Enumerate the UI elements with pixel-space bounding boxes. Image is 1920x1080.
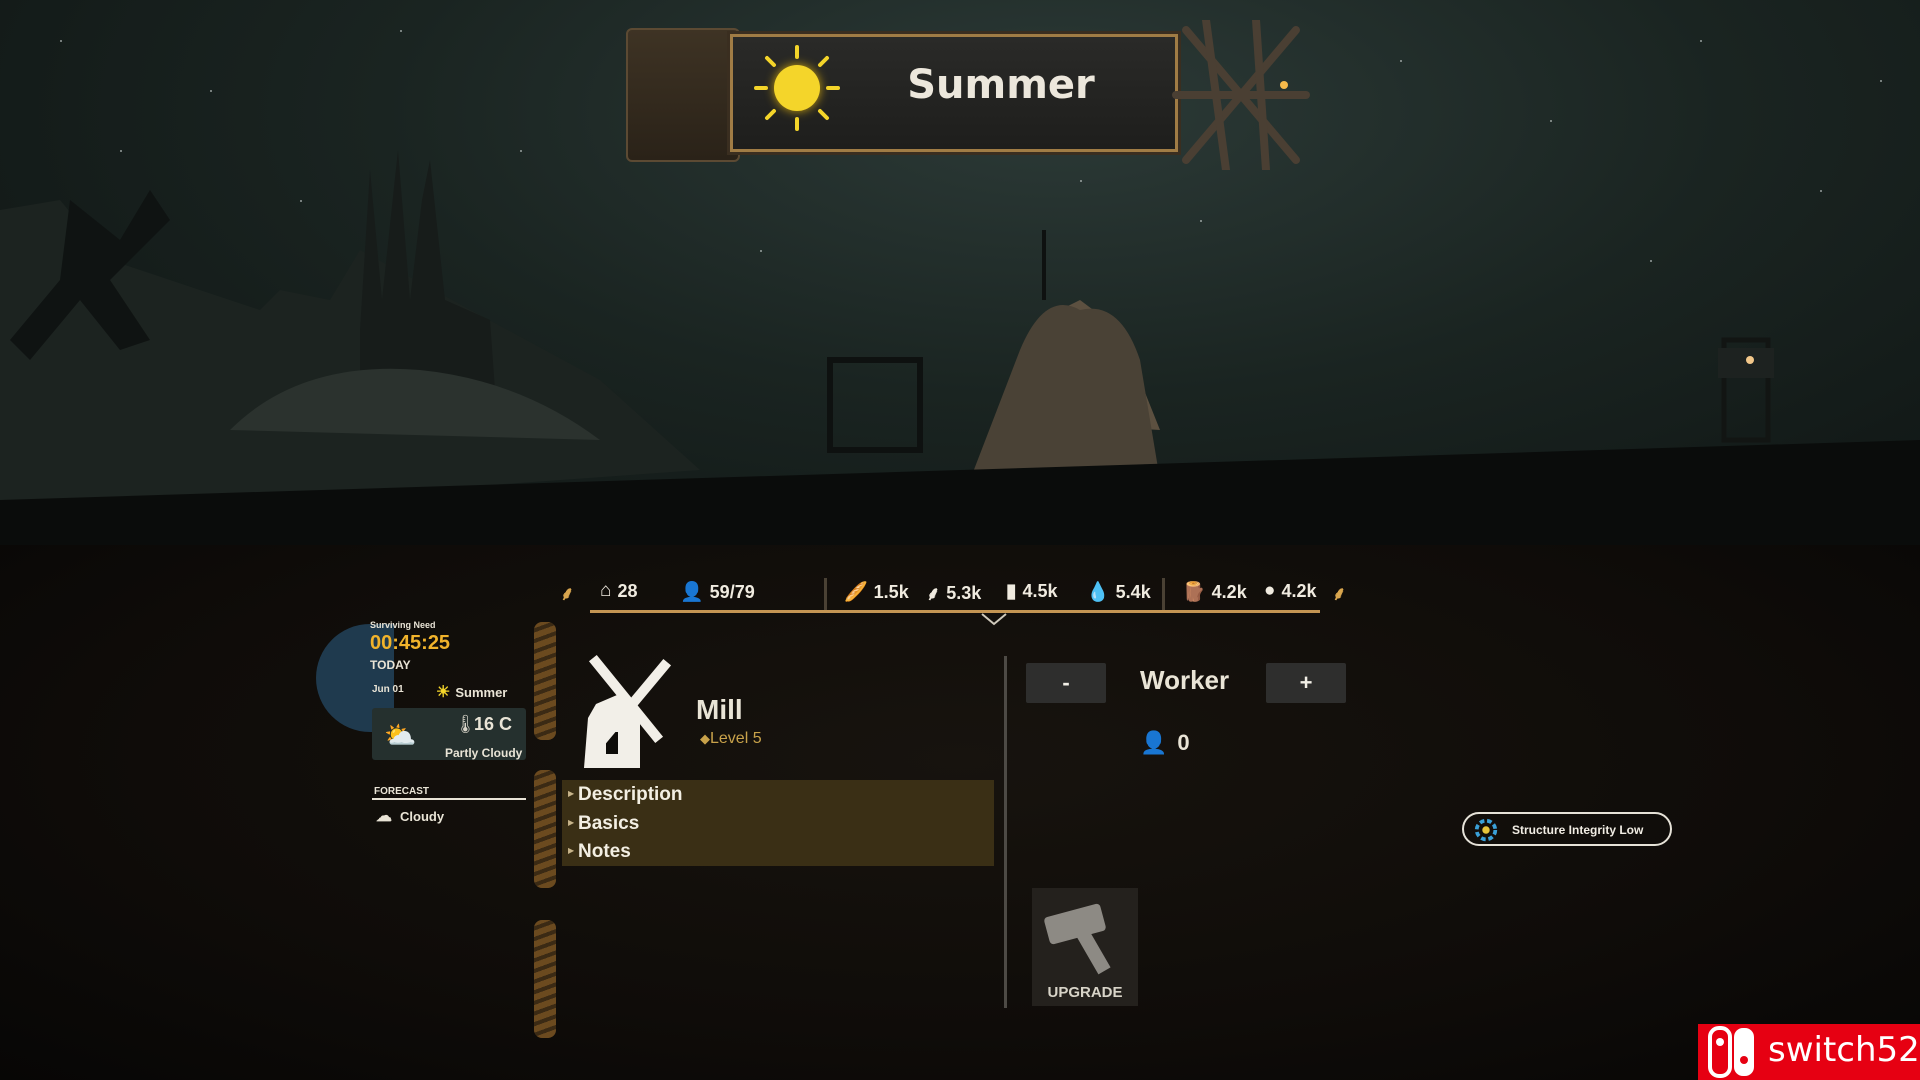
worker-count: 👤 0 xyxy=(1140,730,1190,756)
wooden-sticks-decoration xyxy=(1172,20,1310,170)
current-season: ☀ Summer xyxy=(436,682,507,702)
watermark-text: switch520 xyxy=(1768,1030,1920,1070)
upgrade-button[interactable]: UPGRADE xyxy=(1032,888,1138,1006)
date-label: Jun 01 xyxy=(372,684,404,695)
person-icon: 👤 xyxy=(680,582,704,603)
season-title: Summer xyxy=(907,62,1095,108)
temperature-value: 16 C xyxy=(474,714,513,734)
person-icon: 👤 xyxy=(1140,730,1168,755)
clock-weather-panel: Surviving Need 00:45:25 TODAY Jun 01 ☀ S… xyxy=(370,620,530,825)
building-accordion: ▶ Description ▶ Basics ▶ Notes xyxy=(562,780,994,866)
windmill-icon xyxy=(584,654,672,768)
level-diamond-icon: ◆ xyxy=(700,731,710,746)
wheat-ornament-right: ⸙ xyxy=(1332,584,1347,605)
worker-decrease-button[interactable]: - xyxy=(1026,663,1106,703)
building-name: Mill xyxy=(696,694,743,725)
wood-count: 4.2k xyxy=(1211,581,1247,602)
house-icon: ⌂ xyxy=(600,580,612,601)
caret-right-icon: ▶ xyxy=(568,846,575,855)
stone-stat: ● 4.2k xyxy=(1264,580,1317,602)
stone-count: 4.2k xyxy=(1281,580,1317,601)
building-level-label: Level 5 xyxy=(710,730,762,747)
resource-separator xyxy=(1162,578,1165,610)
surviving-need-timer: 00:45:25 xyxy=(370,632,451,654)
population-stat: 👤 59/79 xyxy=(680,580,755,604)
wheat-icon: ⸙ xyxy=(926,584,941,605)
wheat-stat: ⸙ 5.3k xyxy=(926,580,981,606)
banner-scroll-decoration xyxy=(626,28,740,162)
flour-count: 4.5k xyxy=(1022,581,1058,601)
building-level: ◆Level 5 xyxy=(700,730,762,748)
wheat-divider xyxy=(534,770,556,888)
worker-count-value: 0 xyxy=(1177,730,1190,755)
water-stat: 💧 5.4k xyxy=(1086,580,1151,604)
upgrade-label: UPGRADE xyxy=(1047,984,1123,1001)
sun-disc xyxy=(774,65,820,111)
structure-integrity-label: Structure Integrity Low xyxy=(1512,823,1644,837)
wheat-count: 5.3k xyxy=(946,582,982,603)
partly-cloudy-icon: ⛅ xyxy=(384,720,417,750)
bread-stat: 🥖 1.5k xyxy=(844,580,909,604)
weather-label: Partly Cloudy xyxy=(445,746,523,760)
forecast-item: ☁ Cloudy xyxy=(376,806,444,826)
bread-icon: 🥖 xyxy=(844,582,868,603)
panel-divider xyxy=(1004,656,1007,1008)
chevron-down-icon[interactable] xyxy=(980,612,1008,626)
water-drop-icon: 💧 xyxy=(1086,582,1110,603)
cloud-icon: ☁ xyxy=(376,808,392,825)
resource-bar: ⸙ ⌂ 28 👤 59/79 🥖 1.5k ⸙ 5.3k ▮ 4.5k 💧 5.… xyxy=(560,578,1350,613)
wheat-ornament-left: ⸙ xyxy=(560,584,575,605)
current-season-label: Summer xyxy=(455,684,508,700)
forecast-weather: Cloudy xyxy=(400,808,445,824)
bread-count: 1.5k xyxy=(873,581,909,602)
caret-right-icon: ▶ xyxy=(568,789,575,798)
worker-label: Worker xyxy=(1140,665,1230,695)
accordion-description-label: Description xyxy=(578,784,683,805)
gear-warning-icon xyxy=(1474,818,1498,842)
wood-log-icon: 🪵 xyxy=(1182,582,1206,603)
worker-increase-button[interactable]: + xyxy=(1266,663,1346,703)
flour-stat: ▮ 4.5k xyxy=(1006,580,1058,603)
population-count: 59/79 xyxy=(709,581,755,602)
forecast-divider xyxy=(372,798,526,800)
season-banner: Summer xyxy=(626,20,1316,170)
stone-icon: ● xyxy=(1264,580,1276,601)
forecast-label: FORECAST xyxy=(374,786,429,797)
caret-right-icon: ▶ xyxy=(568,818,575,827)
houses-stat: ⌂ 28 xyxy=(600,580,638,602)
accordion-notes-label: Notes xyxy=(578,841,631,862)
flour-sack-icon: ▮ xyxy=(1006,581,1017,602)
sun-icon: ☀ xyxy=(436,684,451,701)
surviving-need-label: Surviving Need xyxy=(370,620,436,630)
accordion-basics-label: Basics xyxy=(578,813,640,834)
wheat-divider xyxy=(534,622,556,740)
structure-integrity-alert[interactable]: Structure Integrity Low xyxy=(1462,812,1672,846)
today-label: TODAY xyxy=(370,658,411,672)
wheat-divider xyxy=(534,920,556,1038)
resource-separator xyxy=(824,578,827,610)
watermark: switch520 xyxy=(1698,1024,1920,1080)
switch-logo-icon xyxy=(1708,1026,1754,1078)
houses-count: 28 xyxy=(617,580,638,601)
wood-stat: 🪵 4.2k xyxy=(1182,580,1247,604)
resource-bar-underline xyxy=(590,610,1320,613)
hammer-icon xyxy=(1044,903,1111,975)
water-count: 5.4k xyxy=(1115,581,1151,602)
